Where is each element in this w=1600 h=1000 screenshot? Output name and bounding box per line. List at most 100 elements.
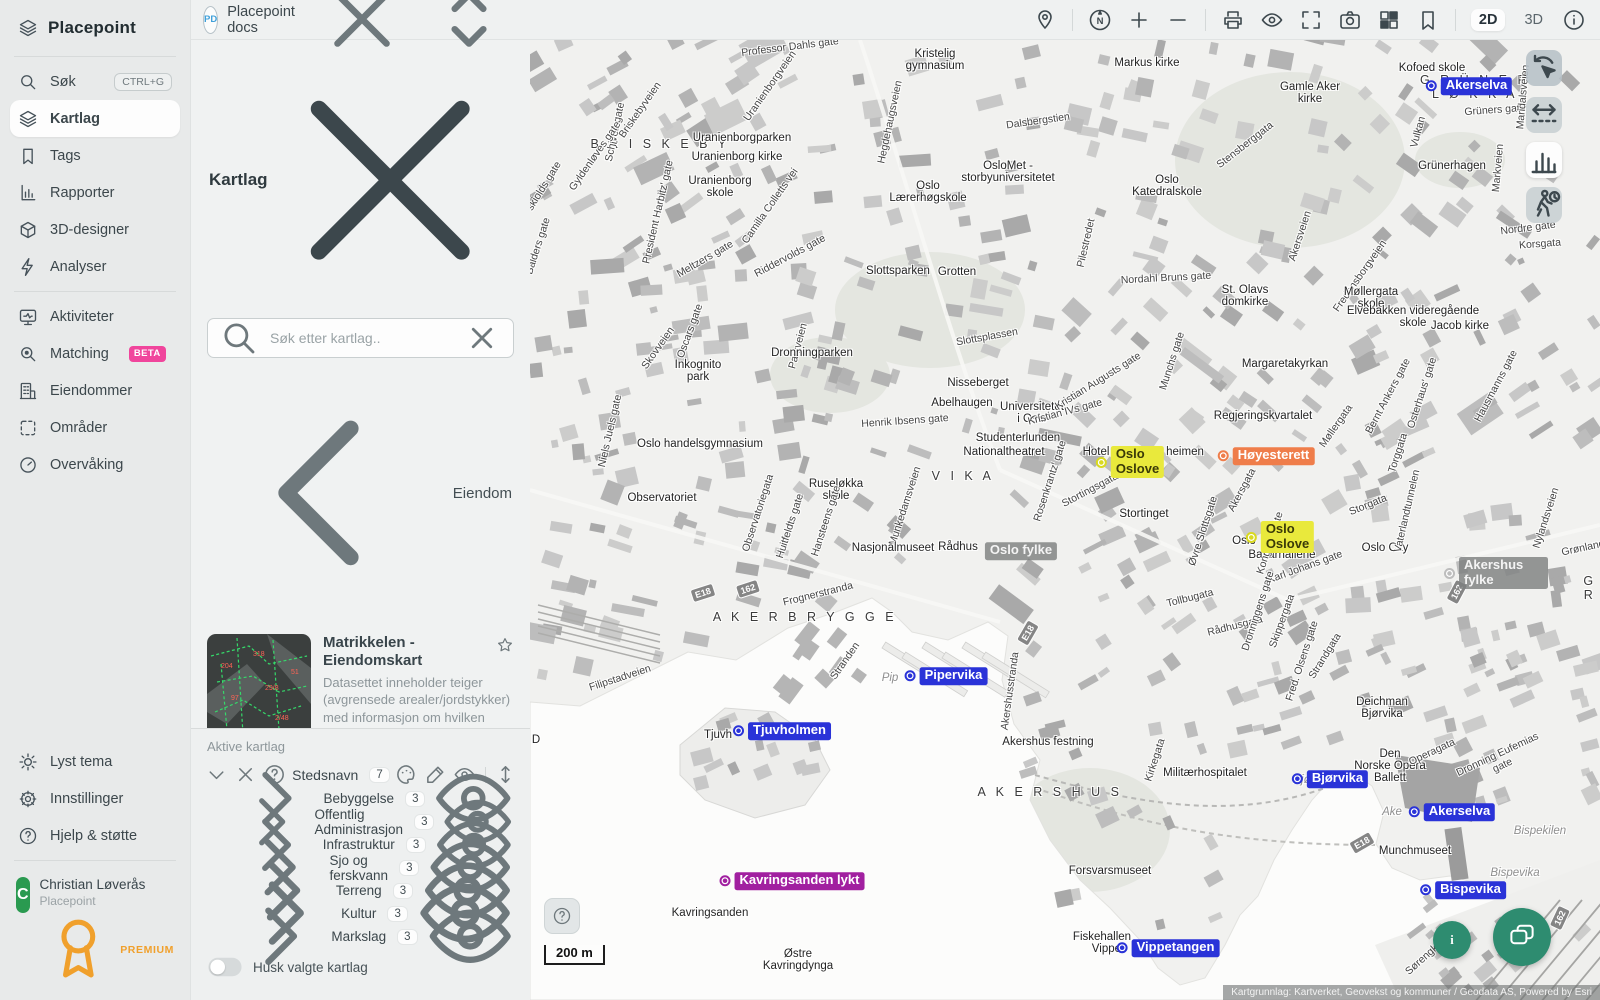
divider — [14, 291, 176, 292]
star-icon[interactable] — [496, 636, 514, 654]
scale-bar: 200 m — [544, 945, 605, 965]
sidebar-item-eiendommer[interactable]: Eiendommer — [10, 372, 180, 409]
badge-marker-icon — [1292, 773, 1303, 784]
active-layers-panel: Aktive kartlag Stedsnavn 7 Bebyggelse3Of… — [191, 728, 530, 1000]
doc-badge[interactable]: PD — [203, 6, 218, 34]
remember-layers-toggle[interactable] — [208, 958, 241, 976]
active-layer-child-markslag[interactable]: Markslag3 — [205, 925, 517, 948]
placepoint-logo-icon — [18, 18, 38, 38]
sidebar-item-label: Matching — [50, 346, 109, 362]
sidebar-item-omr-der[interactable]: Områder — [10, 409, 180, 446]
sidebar-item-lyst-tema[interactable]: Lyst tema — [10, 743, 180, 780]
plus-icon[interactable] — [1127, 8, 1151, 32]
sidebar-item-tags[interactable]: Tags — [10, 137, 180, 174]
doc-title: Placepoint docs — [227, 4, 295, 36]
breadcrumb[interactable]: Eiendom — [191, 362, 530, 620]
fullscreen-icon[interactable] — [1299, 8, 1323, 32]
layer-search-input[interactable] — [268, 329, 453, 347]
sidebar-item-3d-designer[interactable]: 3D-designer — [10, 211, 180, 248]
chat-icon — [1507, 922, 1537, 952]
chart-icon[interactable] — [1526, 142, 1562, 178]
search-clear-icon[interactable] — [461, 317, 503, 359]
layers-icon — [18, 109, 38, 129]
chevron-down-icon[interactable] — [205, 763, 228, 786]
divider — [1455, 9, 1456, 31]
badge-marker-icon — [1246, 532, 1257, 543]
sidebar-item-label: Tags — [50, 148, 81, 164]
measure-icon[interactable] — [1526, 97, 1562, 133]
map-badge-oslo-oslove: Oslo Oslove — [1246, 521, 1314, 553]
svg-text:204: 204 — [221, 663, 233, 670]
bookmark-icon[interactable] — [1416, 8, 1440, 32]
divider — [14, 860, 176, 861]
map-help-button[interactable] — [544, 898, 580, 934]
child-layer-name: Offentlig Administrasjon — [315, 807, 404, 837]
sidebar-item-matching[interactable]: MatchingBETA — [10, 335, 180, 372]
gauge-icon — [18, 455, 38, 475]
sidebar-item-innstillinger[interactable]: Innstillinger — [10, 780, 180, 817]
panel-close-icon[interactable] — [268, 58, 512, 302]
sidebar-item-analyser[interactable]: Analyser — [10, 248, 180, 285]
map-toolbar: N 2D 3D — [530, 0, 1600, 40]
user-profile[interactable]: C Christian Løverås Placepoint PREMIUM — [10, 867, 180, 988]
compass-icon[interactable]: N — [1088, 8, 1112, 32]
sidebar-item-overv-king[interactable]: Overvåking — [10, 446, 180, 483]
map-attribution: Kartgrunnlag: Kartverket, Geovekst og ko… — [1223, 985, 1600, 1000]
badge-marker-icon — [1096, 457, 1107, 468]
map-badge-oslo-fylke: Oslo fylke — [985, 542, 1057, 560]
badge-label: Oslo Oslove — [1111, 446, 1164, 478]
mode-2d-button[interactable]: 2D — [1471, 9, 1506, 31]
sidebar-item-rapporter[interactable]: Rapporter — [10, 174, 180, 211]
user-org: Placepoint — [40, 894, 174, 908]
palette-icon[interactable] — [395, 763, 418, 786]
minus-icon[interactable] — [1166, 8, 1190, 32]
map-viewport[interactable]: Professor Dahls gateKristelig gymnasiumM… — [530, 40, 1600, 1000]
printer-icon[interactable] — [1221, 8, 1245, 32]
camera-icon[interactable] — [1338, 8, 1362, 32]
location-icon[interactable] — [1033, 8, 1057, 32]
badge-marker-icon — [733, 725, 744, 736]
sidebar-item-label: Kartlag — [50, 111, 100, 127]
sidebar-item-label: Områder — [50, 420, 107, 436]
layer-thumbnail: 20431829/8972/4851 — [207, 634, 311, 738]
premium-badge: PREMIUM — [40, 911, 174, 988]
svg-text:N: N — [1096, 16, 1103, 27]
user-name: Christian Løverås — [40, 877, 174, 894]
sidebar-item-kartlag[interactable]: Kartlag — [10, 100, 180, 137]
layer-search[interactable] — [207, 318, 514, 358]
badge-label: Bjørvika — [1307, 770, 1368, 788]
badge-marker-icon — [1426, 80, 1437, 91]
search-pin-icon — [18, 344, 38, 364]
walk-time-icon[interactable] — [1526, 187, 1562, 223]
sidebar-item-label: Eiendommer — [50, 383, 132, 399]
cursor-rotate-icon[interactable] — [1526, 50, 1562, 86]
visibility-icon[interactable] — [423, 889, 517, 983]
badge-label: Oslo Oslove — [1261, 521, 1314, 553]
monitor-icon — [18, 307, 38, 327]
sidebar-item-hjelp-st-tte[interactable]: Hjelp & støtte — [10, 817, 180, 854]
search-icon — [18, 72, 38, 92]
svg-text:51: 51 — [291, 669, 299, 676]
map-info-button[interactable]: i — [1433, 921, 1471, 959]
eye-icon[interactable] — [1260, 8, 1284, 32]
child-count-badge: 3 — [388, 907, 406, 921]
badge-label: Akershus fylke — [1459, 557, 1548, 589]
sidebar-item-aktiviteter[interactable]: Aktiviteter — [10, 298, 180, 335]
child-layer-name: Infrastruktur — [323, 837, 395, 852]
active-layers-title: Aktive kartlag — [207, 739, 517, 754]
info-icon[interactable] — [1562, 8, 1586, 32]
bars-icon — [18, 183, 38, 203]
svg-text:2/48: 2/48 — [275, 715, 289, 722]
badge-label: Oslo fylke — [985, 542, 1057, 560]
child-count-badge: 3 — [406, 792, 424, 806]
cube-icon — [18, 220, 38, 240]
badge-marker-icon — [905, 670, 916, 681]
sidebar-item-label: Overvåking — [50, 457, 123, 473]
badge-marker-icon — [1409, 806, 1420, 817]
chat-button[interactable] — [1493, 908, 1551, 966]
badge-marker-icon — [1420, 884, 1431, 895]
mode-3d-button[interactable]: 3D — [1520, 9, 1547, 31]
sidebar-item-label: Hjelp & støtte — [50, 828, 137, 844]
sidebar-item-s-k[interactable]: SøkCTRL+G — [10, 63, 180, 100]
grid-icon[interactable] — [1377, 8, 1401, 32]
